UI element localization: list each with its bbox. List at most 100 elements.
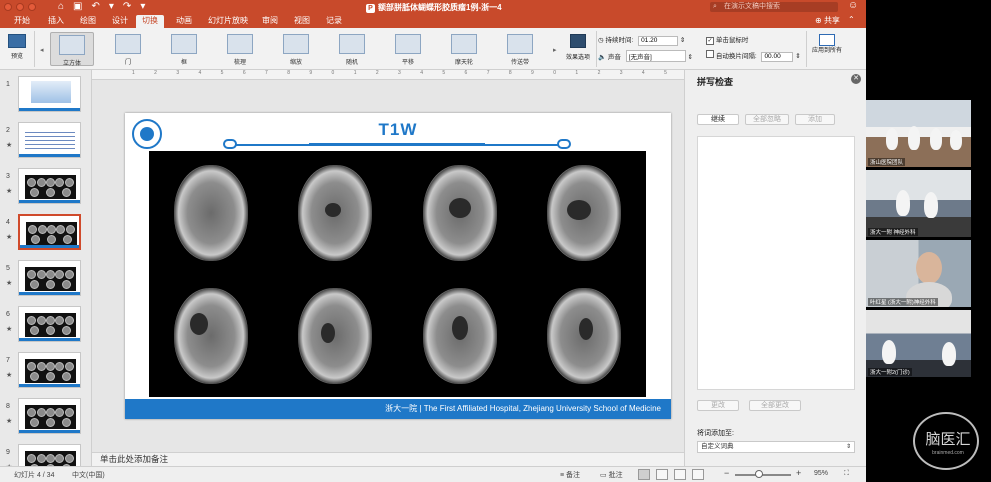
tab-5[interactable]: 动画	[170, 15, 198, 28]
zoom-slider[interactable]	[735, 474, 791, 476]
watermark-logo: 脑医汇 brainmed.com	[913, 412, 979, 470]
close-window-button[interactable]	[4, 3, 12, 11]
slide-thumbnail[interactable]	[18, 214, 81, 250]
tab-9[interactable]: 记录	[320, 15, 348, 28]
zoom-in-button[interactable]: +	[796, 468, 801, 478]
sound-dropdown-icon[interactable]: ⇕	[688, 54, 693, 61]
mri-slice[interactable]	[522, 151, 646, 274]
on-click-checkbox[interactable]: ✓	[706, 37, 714, 45]
transition-option[interactable]: 门	[106, 32, 150, 66]
undo-dropdown-icon[interactable]: ▾	[109, 1, 114, 12]
tab-4[interactable]: 切换	[136, 15, 164, 28]
zoom-level[interactable]: 95%	[814, 470, 828, 477]
tab-2[interactable]: 绘图	[74, 15, 102, 28]
transition-option[interactable]: 传送带	[498, 32, 542, 66]
transition-icon	[227, 34, 253, 54]
slideshow-button[interactable]	[692, 469, 704, 480]
duration-input[interactable]	[638, 35, 679, 46]
apply-to-all-button[interactable]: 应用到所有	[812, 32, 842, 55]
mri-slice[interactable]	[398, 274, 522, 397]
comments-toggle[interactable]: ▭ 批注	[600, 470, 623, 480]
tab-0[interactable]: 开始	[8, 15, 36, 28]
slide-thumbnail[interactable]	[18, 306, 81, 342]
transition-option[interactable]: 梳理	[218, 32, 262, 66]
transition-option[interactable]: 平移	[386, 32, 430, 66]
sound-select[interactable]: [无声音]	[625, 50, 686, 62]
close-pane-icon[interactable]: ✕	[851, 74, 861, 84]
duration-stepper-icon[interactable]: ⇕	[680, 37, 685, 44]
slide-number: 8	[6, 403, 10, 410]
customize-toolbar-icon[interactable]: ▾	[140, 1, 145, 12]
mri-slice[interactable]	[273, 274, 397, 397]
change-all-button[interactable]: 全部更改	[749, 400, 801, 411]
dictionary-select[interactable]: 自定义词典 ⇕	[697, 441, 855, 453]
mri-slice[interactable]	[522, 274, 646, 397]
zoom-out-button[interactable]: −	[724, 468, 729, 478]
gallery-left-arrow-icon[interactable]: ◂	[40, 46, 44, 54]
feedback-smiley-icon[interactable]: ☺	[848, 0, 858, 11]
sound-icon: 🔈	[598, 54, 607, 61]
slide-thumbnail[interactable]	[18, 260, 81, 296]
slide-thumbnail[interactable]	[18, 352, 81, 388]
participant-video[interactable]: 浙山医院团队	[866, 100, 971, 167]
reading-view-button[interactable]	[674, 469, 686, 480]
transition-option[interactable]: 随机	[330, 32, 374, 66]
transitions-ribbon: 预览 ◂ 立方体门框梳理 缩放 随机 平移 摩天轮 传送带 ▸ 效果选项 ◷ 持续时间: …	[0, 28, 866, 70]
participant-video[interactable]: 叶红星 (浙大一附)神经外科	[866, 240, 971, 307]
slide[interactable]: T1W 浙大一院 | The First Affiliated Hospital…	[125, 113, 671, 419]
slide-thumbnail[interactable]	[18, 76, 81, 112]
notes-input[interactable]: 单击此处添加备注	[92, 452, 684, 466]
change-button[interactable]: 更改	[697, 400, 739, 411]
transition-option[interactable]: 框	[162, 32, 206, 66]
save-icon[interactable]: ▣	[73, 1, 82, 12]
transition-option[interactable]: 立方体	[50, 32, 94, 67]
mri-slice[interactable]	[273, 151, 397, 274]
mri-slice[interactable]	[149, 151, 273, 274]
slide-thumbnail[interactable]	[18, 398, 81, 434]
add-to-label: 将词添加至:	[697, 430, 734, 437]
effect-options-button[interactable]: 效果选项	[563, 32, 593, 61]
gallery-right-arrow-icon[interactable]: ▸	[553, 46, 557, 54]
preview-button[interactable]: 预览	[4, 32, 30, 60]
undo-icon[interactable]: ↶	[92, 1, 100, 12]
slide-thumbnails-pane: 12★3★4★5★6★7★8★9★	[0, 70, 92, 466]
auto-advance-checkbox[interactable]	[706, 50, 714, 58]
tab-6[interactable]: 幻灯片放映	[202, 15, 254, 28]
home-icon[interactable]: ⌂	[58, 1, 64, 12]
mri-slice[interactable]	[398, 151, 522, 274]
normal-view-button[interactable]	[638, 469, 650, 480]
tab-7[interactable]: 审阅	[256, 15, 284, 28]
participant-video[interactable]: 浙大一附2(门诊)	[866, 310, 971, 377]
animation-star-icon: ★	[6, 280, 13, 287]
transition-option[interactable]: 缩放	[274, 32, 318, 66]
search-input[interactable]: ⌕ 在演示文稿中搜索	[710, 2, 838, 12]
tab-1[interactable]: 插入	[42, 15, 70, 28]
minimize-window-button[interactable]	[16, 3, 24, 11]
mri-slice[interactable]	[149, 274, 273, 397]
slide-sorter-button[interactable]	[656, 469, 668, 480]
auto-advance-input[interactable]	[761, 51, 794, 62]
transition-option[interactable]: 摩天轮	[442, 32, 486, 66]
resume-button[interactable]: 继续	[697, 114, 739, 125]
tab-3[interactable]: 设计	[106, 15, 134, 28]
ribbon-collapse-icon[interactable]: ⌃	[848, 15, 855, 24]
share-button[interactable]: ⊕ 共享	[815, 15, 840, 26]
language-status[interactable]: 中文(中国)	[72, 470, 105, 480]
slide-title[interactable]: T1W	[125, 120, 671, 140]
slide-thumbnail[interactable]	[18, 444, 81, 466]
suggestions-list[interactable]	[697, 136, 855, 390]
slide-thumbnail[interactable]	[18, 168, 81, 204]
participant-video[interactable]: 浙大一附 神经外科	[866, 170, 971, 237]
zoom-slider-handle[interactable]	[754, 470, 763, 478]
add-word-button[interactable]: 添加	[795, 114, 835, 125]
redo-icon[interactable]: ↷	[123, 1, 131, 12]
mri-image-grid[interactable]	[149, 151, 646, 397]
auto-advance-stepper-icon[interactable]: ⇕	[795, 53, 800, 60]
slide-thumbnail[interactable]	[18, 122, 81, 158]
notes-toggle[interactable]: ≡ 备注	[560, 470, 580, 480]
ignore-all-button[interactable]: 全部忽略	[745, 114, 789, 125]
fit-to-window-icon[interactable]: ⛶	[844, 470, 849, 478]
maximize-window-button[interactable]	[28, 3, 36, 11]
tab-8[interactable]: 视图	[288, 15, 316, 28]
slide-thumbnail-row: 1	[0, 76, 91, 120]
